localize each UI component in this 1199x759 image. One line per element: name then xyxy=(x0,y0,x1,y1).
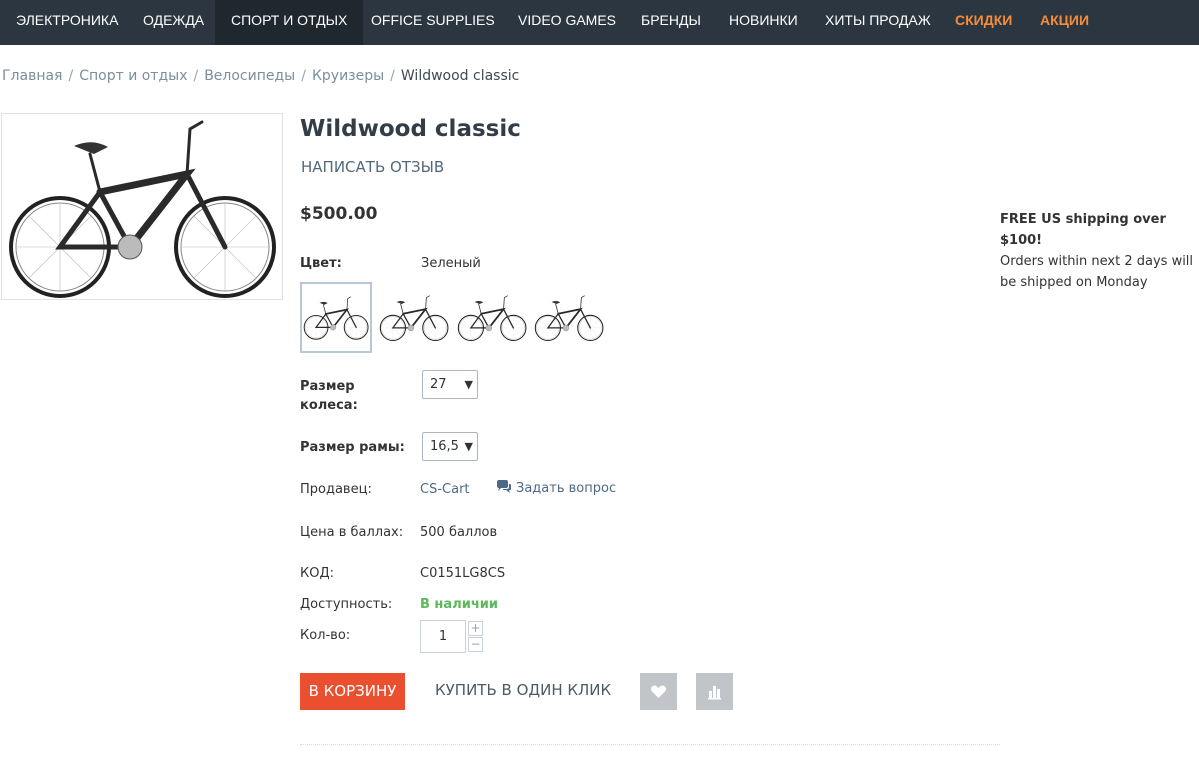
availability-label: Доступность: xyxy=(300,597,393,612)
ask-question-link[interactable]: Задать вопрос xyxy=(496,480,616,496)
nav-item-new[interactable]: НОВИНКИ xyxy=(713,0,814,45)
wheel-size-value: 27 xyxy=(430,377,447,392)
bicycle-thumbnail xyxy=(302,284,370,351)
points-value: 500 баллов xyxy=(420,525,498,540)
shipping-headline: FREE US shipping over $100! xyxy=(1000,212,1166,248)
breadcrumb-bicycles[interactable]: Велосипеды xyxy=(204,68,295,84)
nav-item-promotions[interactable]: АКЦИИ xyxy=(1024,0,1105,45)
code-value: C0151LG8CS xyxy=(420,566,506,581)
breadcrumb-current: Wildwood classic xyxy=(400,68,520,84)
color-variant-thumb[interactable] xyxy=(456,282,528,353)
breadcrumb-separator: / xyxy=(193,68,199,84)
color-value: Зеленый xyxy=(421,256,481,271)
buy-one-click-button[interactable]: КУПИТЬ В ОДИН КЛИК xyxy=(435,681,611,699)
color-variant-thumb[interactable] xyxy=(378,282,450,353)
frame-size-select[interactable]: 16,5 ▼ xyxy=(422,432,478,461)
shipping-note: Orders within next 2 days will be shippe… xyxy=(1000,254,1194,290)
nav-item-brands[interactable]: БРЕНДЫ xyxy=(625,0,717,45)
wheel-size-select[interactable]: 27 ▼ xyxy=(422,370,478,399)
quantity-input[interactable]: 1 xyxy=(420,620,466,653)
bicycle-thumbnail xyxy=(378,282,450,353)
seller-label: Продавец: xyxy=(300,482,372,497)
bar-chart-icon xyxy=(708,686,721,700)
chevron-down-icon: ▼ xyxy=(464,378,473,391)
shipping-info: FREE US shipping over $100! Orders withi… xyxy=(1000,209,1199,293)
breadcrumb-sport[interactable]: Спорт и отдых xyxy=(79,68,187,84)
nav-item-discounts[interactable]: СКИДКИ xyxy=(939,0,1028,45)
section-divider xyxy=(300,744,1000,745)
color-variant-thumb[interactable] xyxy=(300,282,372,353)
breadcrumb-separator: / xyxy=(68,68,74,84)
ask-question-label: Задать вопрос xyxy=(516,481,617,496)
nav-item-clothing[interactable]: ОДЕЖДА xyxy=(127,0,220,45)
wishlist-button[interactable] xyxy=(640,673,677,710)
breadcrumb: Главная / Спорт и отдых / Велосипеды / Круизер… xyxy=(2,68,519,84)
quantity-decrease-button[interactable]: − xyxy=(468,637,483,652)
quantity-increase-button[interactable]: + xyxy=(468,621,483,636)
compare-button[interactable] xyxy=(696,673,733,710)
product-title: Wildwood classic xyxy=(300,116,521,142)
chevron-down-icon: ▼ xyxy=(464,440,473,453)
product-main-image[interactable] xyxy=(1,113,283,300)
points-label: Цена в баллах: xyxy=(300,525,404,540)
color-variant-thumb[interactable] xyxy=(533,282,605,353)
color-label: Цвет: xyxy=(300,256,342,271)
availability-status: В наличии xyxy=(420,597,498,612)
main-navigation: ЭЛЕКТРОНИКА ОДЕЖДА СПОРТ И ОТДЫХ OFFICE … xyxy=(0,0,1199,45)
add-to-cart-button[interactable]: В КОРЗИНУ xyxy=(300,673,405,710)
breadcrumb-separator: / xyxy=(301,68,306,84)
write-review-link[interactable]: НАПИСАТЬ ОТЗЫВ xyxy=(301,158,444,176)
seller-link[interactable]: CS-Cart xyxy=(420,482,470,497)
heart-icon xyxy=(651,685,666,698)
nav-item-video-games[interactable]: VIDEO GAMES xyxy=(502,0,632,45)
product-price: $500.00 xyxy=(300,204,378,224)
wheel-size-label: Размер колеса: xyxy=(300,379,358,413)
quantity-label: Кол-во: xyxy=(300,628,351,643)
nav-item-sport[interactable]: СПОРТ И ОТДЫХ xyxy=(215,0,364,45)
nav-item-electronics[interactable]: ЭЛЕКТРОНИКА xyxy=(0,0,134,45)
bicycle-thumbnail xyxy=(533,282,605,353)
breadcrumb-home[interactable]: Главная xyxy=(2,68,62,84)
bicycle-image xyxy=(2,114,282,299)
nav-item-bestsellers[interactable]: ХИТЫ ПРОДАЖ xyxy=(809,0,947,45)
bicycle-thumbnail xyxy=(456,282,528,353)
chat-icon xyxy=(497,480,511,493)
nav-item-office-supplies[interactable]: OFFICE SUPPLIES xyxy=(355,0,511,45)
breadcrumb-cruisers[interactable]: Круизеры xyxy=(312,68,384,84)
frame-size-value: 16,5 xyxy=(430,439,459,454)
frame-size-label: Размер рамы: xyxy=(300,440,405,455)
breadcrumb-separator: / xyxy=(390,68,395,84)
code-label: КОД: xyxy=(300,566,334,581)
